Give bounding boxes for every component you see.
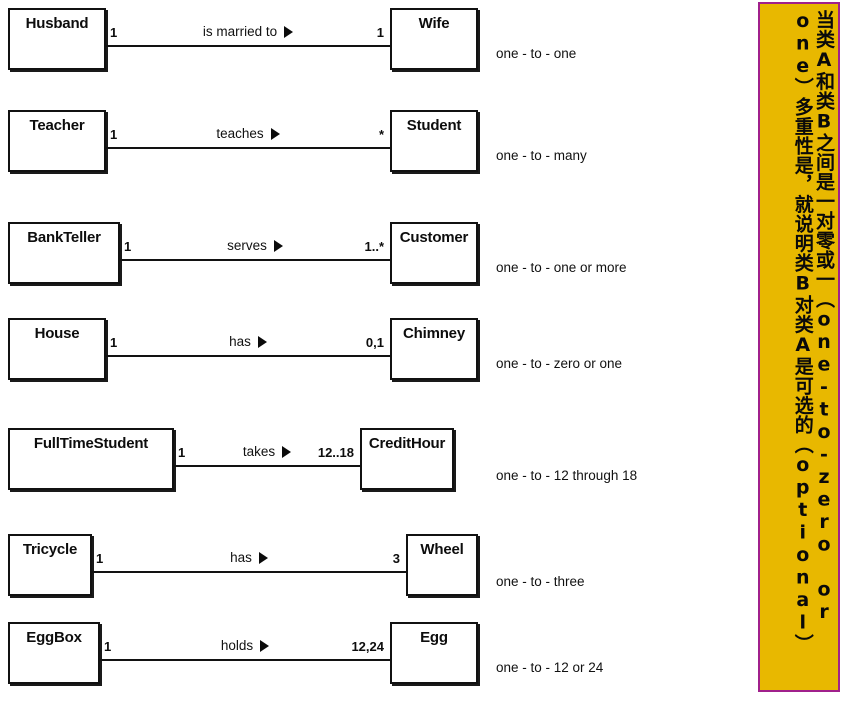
multiplicity-source: 1 [104,639,112,654]
direction-arrow-icon [270,127,280,140]
relation-label-group: serves [193,238,317,253]
multiplicity-description: one - to - three [496,574,585,589]
multiplicity-source: 1 [110,335,118,350]
direction-arrow-icon [282,445,292,458]
relation-label-group: has [187,550,311,565]
relation-label: takes [242,444,276,459]
class-box-label: Husband [25,15,89,32]
association-line [106,147,390,149]
class-box-target[interactable]: Wife [390,8,478,70]
association-line [106,355,390,357]
class-box-target[interactable]: Egg [390,622,478,684]
multiplicity-description: one - to - one [496,46,577,61]
relation-label-group: takes [205,444,329,459]
association-line [106,45,390,47]
multiplicity-target: 12,24 [351,639,384,654]
direction-arrow-icon [258,551,268,564]
class-box-label: Wheel [420,541,464,558]
relation-label: teaches [216,126,264,141]
multiplicity-source: 1 [96,551,104,566]
class-box-label: Student [406,117,462,134]
class-box-target[interactable]: Wheel [406,534,478,596]
association-line [92,571,406,573]
class-box-target[interactable]: Customer [390,222,478,284]
multiplicity-source: 1 [178,445,186,460]
relation-label: has [229,334,251,349]
uml-multiplicity-diagram: Husband Wife 1 1 is married to one - to - one… [0,0,756,727]
relation-label-group: teaches [186,126,310,141]
multiplicity-source: 1 [110,127,118,142]
multiplicity-description: one - to - 12 through 18 [496,468,638,483]
relation-label-group: holds [183,638,307,653]
chinese-annotation-panel: 当类A和类B之间是一对零或一（one-to-zero or one）多重性是，就… [758,2,840,692]
multiplicity-target: 1 [376,25,384,40]
relation-label-group: has [186,334,310,349]
class-box-source[interactable]: House [8,318,106,380]
chinese-annotation-text: 当类A和类B之间是一对零或一（one-to-zero or one）多重性是，就… [791,10,835,654]
multiplicity-description: one - to - one or more [496,260,627,275]
class-box-label: Teacher [29,117,85,134]
association-line [174,465,360,467]
multiplicity-source: 1 [124,239,132,254]
class-box-label: Wife [418,15,450,32]
class-box-label: House [34,325,80,342]
class-box-source[interactable]: Tricycle [8,534,92,596]
multiplicity-description: one - to - many [496,148,587,163]
multiplicity-target: * [378,127,384,142]
class-box-label: BankTeller [27,229,101,246]
relation-label: is married to [202,24,278,39]
class-box-source[interactable]: Teacher [8,110,106,172]
relation-label: has [230,550,252,565]
class-box-label: Chimney [403,325,465,342]
class-box-target[interactable]: Chimney [390,318,478,380]
direction-arrow-icon [260,639,270,652]
relation-label-group: is married to [186,24,310,39]
association-line [120,259,390,261]
class-box-target[interactable]: Student [390,110,478,172]
class-box-target[interactable]: CreditHour [360,428,454,490]
class-box-source[interactable]: EggBox [8,622,100,684]
association-line [100,659,390,661]
class-box-label: EggBox [26,629,82,646]
direction-arrow-icon [273,239,283,252]
class-box-label: Egg [420,629,448,646]
class-box-source[interactable]: BankTeller [8,222,120,284]
direction-arrow-icon [284,25,294,38]
multiplicity-description: one - to - zero or one [496,356,623,371]
class-box-label: Customer [399,229,469,246]
relation-label: holds [220,638,254,653]
multiplicity-target: 0,1 [365,335,384,350]
direction-arrow-icon [257,335,267,348]
class-box-label: CreditHour [368,435,446,452]
multiplicity-description: one - to - 12 or 24 [496,660,604,675]
multiplicity-source: 1 [110,25,118,40]
class-box-label: Tricycle [22,541,78,558]
class-box-label: FullTimeStudent [33,435,149,452]
class-box-source[interactable]: Husband [8,8,106,70]
relation-label: serves [227,238,267,253]
multiplicity-target: 1..* [364,239,384,254]
multiplicity-target: 3 [392,551,400,566]
class-box-source[interactable]: FullTimeStudent [8,428,174,490]
